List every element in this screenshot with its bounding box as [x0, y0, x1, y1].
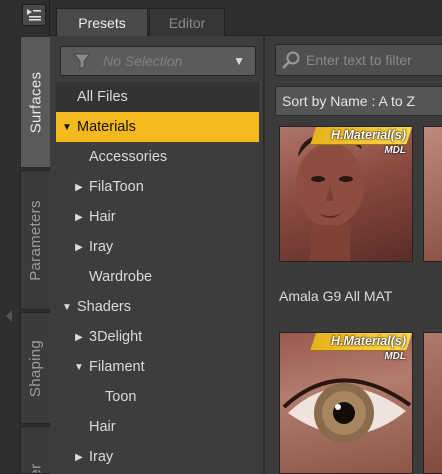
- tab-parameters[interactable]: Parameters: [20, 170, 50, 310]
- tree-item[interactable]: ▶ Hair: [56, 202, 259, 232]
- preset-thumbnail[interactable]: H.Material(s) MDL: [279, 126, 413, 262]
- tree-item[interactable]: ▶ Iray: [56, 232, 259, 262]
- preset-thumbnail[interactable]: H.Material(s) MDL: [279, 332, 413, 474]
- selection-dropdown[interactable]: No Selection ▼: [60, 46, 256, 76]
- expanded-arrow-icon[interactable]: ▼: [62, 122, 72, 133]
- tab-presets[interactable]: Presets: [56, 8, 148, 36]
- tab-shaping-label: Shaping: [27, 339, 44, 397]
- filter-search-box[interactable]: Enter text to filter: [275, 44, 442, 76]
- tree-item-label: Hair: [89, 209, 116, 225]
- badge-label: H.Material(s): [330, 334, 406, 348]
- pane-tab-strip: Surfaces Parameters Shaping er: [0, 0, 50, 474]
- surfaces-panel: Presets Editor No Selection ▼ All Files ▼…: [50, 0, 442, 474]
- category-tree-pane: No Selection ▼ All Files ▼ Materials Access…: [50, 36, 265, 474]
- tree-item-label: 3Delight: [89, 329, 143, 345]
- collapsed-arrow-icon[interactable]: ▶: [74, 452, 84, 463]
- collapsed-arrow-icon[interactable]: ▶: [74, 332, 84, 343]
- tree-item[interactable]: Accessories: [56, 142, 259, 172]
- filter-icon: [73, 53, 91, 70]
- tree-item[interactable]: All Files: [56, 82, 259, 112]
- tree-item[interactable]: Wardrobe: [56, 262, 259, 292]
- tree-item-label: Filament: [89, 359, 145, 375]
- badge-sublabel: MDL: [384, 145, 406, 156]
- badge-label: H.Material(s): [330, 128, 406, 142]
- pane-menu-icon: [27, 9, 41, 21]
- tab-partial-label: er: [27, 463, 44, 474]
- badge-sublabel: MDL: [384, 351, 406, 362]
- tree-item-label: Iray: [89, 449, 114, 465]
- tree-item-label: All Files: [77, 89, 128, 105]
- expanded-arrow-icon[interactable]: ▼: [74, 362, 84, 373]
- tree-item[interactable]: Hair: [56, 412, 259, 442]
- chevron-down-icon: ▼: [233, 54, 245, 68]
- sort-dropdown[interactable]: Sort by Name : A to Z: [275, 86, 442, 116]
- tree-item[interactable]: ▶ 3Delight: [56, 322, 259, 352]
- collapsed-arrow-icon[interactable]: ▶: [74, 182, 84, 193]
- preset-thumbnail-partial[interactable]: [423, 332, 442, 474]
- preset-content-pane: Enter text to filter Sort by Name : A to…: [267, 36, 442, 474]
- tree-item[interactable]: ▼ Materials: [56, 112, 259, 142]
- expanded-arrow-icon[interactable]: ▼: [62, 302, 72, 313]
- tree-item-label: Iray: [89, 239, 114, 255]
- chevron-left-icon: [6, 310, 12, 322]
- collapse-handle[interactable]: [4, 286, 14, 346]
- material-badge: H.Material(s) MDL: [310, 127, 412, 157]
- search-icon: [276, 45, 306, 75]
- collapsed-arrow-icon[interactable]: ▶: [74, 242, 84, 253]
- tree-item-label: Accessories: [89, 149, 168, 165]
- tab-parameters-label: Parameters: [27, 199, 44, 281]
- tree-item-label: Toon: [105, 389, 137, 405]
- tree-item[interactable]: ▼ Shaders: [56, 292, 259, 322]
- panel-tab-bar: Presets Editor: [50, 0, 442, 36]
- tab-surfaces-label: Surfaces: [27, 71, 45, 133]
- preset-thumbnail-partial[interactable]: [423, 126, 442, 262]
- tab-editor[interactable]: Editor: [149, 8, 225, 36]
- selection-dropdown-value: No Selection: [103, 53, 183, 69]
- collapsed-arrow-icon[interactable]: ▶: [74, 212, 84, 223]
- category-tree: All Files ▼ Materials Accessories ▶ FilaToon ▶…: [56, 82, 259, 472]
- tree-item[interactable]: ▶ FilaToon: [56, 172, 259, 202]
- search-input[interactable]: Enter text to filter: [306, 52, 412, 68]
- tree-item-label: Hair: [89, 419, 116, 435]
- tab-partial[interactable]: er: [20, 426, 50, 474]
- tab-shaping[interactable]: Shaping: [20, 312, 50, 424]
- tree-item[interactable]: Toon: [56, 382, 259, 412]
- tree-item-label: Materials: [77, 119, 136, 135]
- tree-item-label: FilaToon: [89, 179, 144, 195]
- pane-menu-button[interactable]: [22, 4, 46, 26]
- tree-item[interactable]: ▼ Filament: [56, 352, 259, 382]
- tab-surfaces[interactable]: Surfaces: [20, 36, 50, 168]
- tree-item[interactable]: ▶ Iray: [56, 442, 259, 472]
- preset-caption: Amala G9 All MAT: [279, 288, 393, 304]
- tree-item-label: Wardrobe: [89, 269, 153, 285]
- material-badge: H.Material(s) MDL: [310, 333, 412, 363]
- tree-item-label: Shaders: [77, 299, 132, 315]
